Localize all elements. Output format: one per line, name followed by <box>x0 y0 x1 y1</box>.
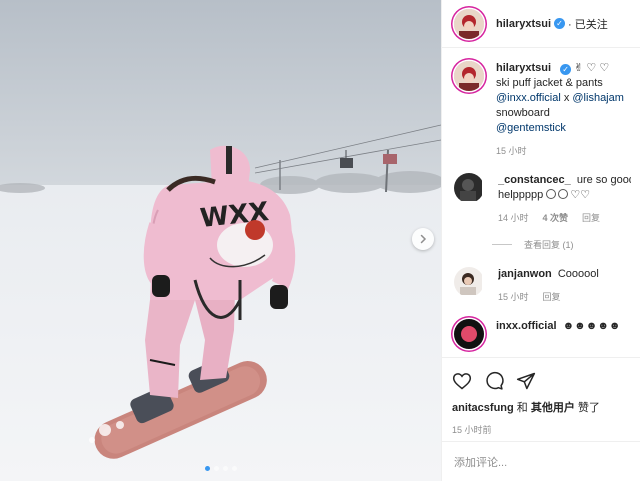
add-comment-placeholder: 添加评论... <box>454 456 508 469</box>
likes-summary: anitacsfung 和 其他用户 赞了 <box>452 399 631 415</box>
add-comment-input[interactable]: 添加评论... <box>442 441 640 481</box>
caption-separator: x <box>560 92 573 104</box>
commenter-avatar[interactable] <box>454 173 484 203</box>
avatar-image <box>454 267 482 295</box>
post-viewer: WXX hilaryxtsui ✓ · 已关注 hilaryxtsui ✓ ✌ … <box>0 0 640 481</box>
avatar-image <box>454 173 482 201</box>
post-side-panel: hilaryxtsui ✓ · 已关注 hilaryxtsui ✓ ✌ ♡ ♡ … <box>441 0 640 481</box>
reply-button[interactable]: 回复 <box>543 290 561 305</box>
comment-item: janjanwon Coooool 15 小时 回复 <box>452 267 631 305</box>
author-avatar[interactable] <box>454 61 484 91</box>
comments-list[interactable]: hilaryxtsui ✓ ✌ ♡ ♡ ski puff jacket & pa… <box>442 49 640 357</box>
mention-link[interactable]: @lishajam <box>572 92 624 104</box>
carousel-dot <box>222 466 228 471</box>
comment-text: helppppp <box>498 189 544 201</box>
post-photo[interactable]: WXX <box>0 0 441 481</box>
comment-item: _constancec_ ure so good n helppppp ♡♡ 1… <box>452 173 631 226</box>
verified-badge-icon: ✓ <box>560 64 572 75</box>
comment-item: inxx.official ☻☻☻☻☻ <box>452 319 631 349</box>
caption-line: ski puff jacket & pants <box>496 77 603 89</box>
view-replies-button[interactable]: 查看回复 (1) <box>492 238 631 251</box>
likes-conj: 和 <box>513 402 531 414</box>
mention-link[interactable]: @inxx.official <box>496 92 561 104</box>
caption: hilaryxtsui ✓ ✌ ♡ ♡ ski puff jacket & pa… <box>452 61 631 159</box>
caption-username[interactable]: hilaryxtsui <box>496 62 551 74</box>
comment-time: 14 小时 <box>498 213 529 223</box>
reply-button[interactable]: 回复 <box>582 211 600 226</box>
avatar-image <box>454 61 484 91</box>
commenter-username[interactable]: janjanwon <box>498 268 552 280</box>
heart-icon[interactable] <box>452 371 472 391</box>
carousel-indicator <box>0 466 441 471</box>
snowboarder-photo: WXX <box>0 0 441 481</box>
comment-icon[interactable] <box>484 371 504 391</box>
avatar-image <box>454 8 484 39</box>
caption-line: snowboard <box>496 107 550 119</box>
view-replies-label: 查看回复 (1) <box>524 240 574 250</box>
commenter-username[interactable]: _constancec_ <box>498 174 571 186</box>
carousel-dot <box>213 466 219 471</box>
likes-suffix: 赞了 <box>574 402 600 414</box>
replies-divider <box>492 244 512 245</box>
mention-link[interactable]: @gentemstick <box>496 121 631 136</box>
caption-emoji: ✌ ♡ ♡ <box>574 62 610 74</box>
follow-status[interactable]: · 已关注 <box>568 16 608 32</box>
comment-emoji: ☻☻☻☻☻ <box>562 320 621 332</box>
author-username[interactable]: hilaryxtsui <box>496 18 551 30</box>
post-time: 15 小时前 <box>452 425 492 435</box>
commenter-username[interactable]: inxx.official <box>496 320 557 332</box>
emoji-icon <box>546 189 570 201</box>
next-photo-button[interactable] <box>412 228 434 250</box>
verified-badge-icon: ✓ <box>554 18 566 29</box>
comment-text: Coooool <box>557 268 599 280</box>
carousel-dot-active <box>204 466 210 471</box>
author-avatar[interactable] <box>454 8 484 39</box>
paper-plane-icon[interactable] <box>516 371 536 391</box>
other-likers-link[interactable]: 其他用户 <box>531 402 575 414</box>
commenter-avatar[interactable] <box>454 319 484 349</box>
carousel-dot <box>231 466 237 471</box>
commenter-avatar[interactable] <box>454 267 484 297</box>
comment-time: 15 小时 <box>498 292 529 302</box>
comment-text: ure so good n <box>576 174 631 186</box>
avatar-image <box>454 319 484 349</box>
liker-username[interactable]: anitacsfung <box>452 402 514 414</box>
chevron-right-icon <box>420 234 427 244</box>
caption-time: 15 小时 <box>496 146 527 156</box>
post-actions: anitacsfung 和 其他用户 赞了 15 小时前 <box>442 357 640 436</box>
heart-emoji-icon: ♡♡ <box>570 189 591 201</box>
post-header: hilaryxtsui ✓ · 已关注 <box>442 0 640 48</box>
comment-likes[interactable]: 4 次赞 <box>543 211 569 226</box>
